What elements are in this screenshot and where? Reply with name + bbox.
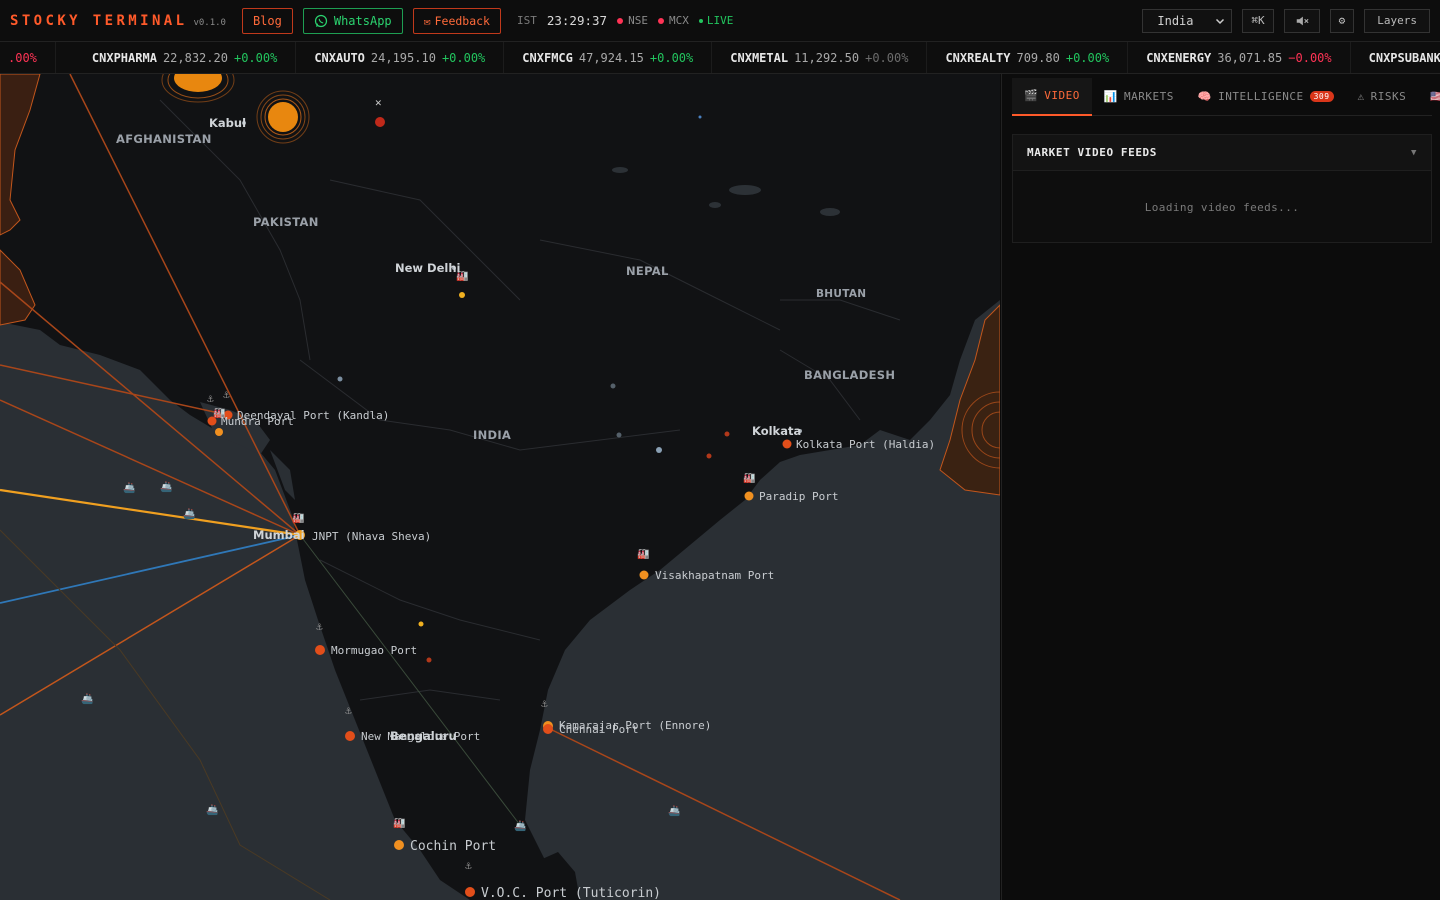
tab-intelligence[interactable]: 🧠 INTELLIGENCE 309 <box>1186 78 1346 116</box>
count-badge: 309 <box>1309 91 1334 102</box>
country-label-afghanistan: AFGHANISTAN <box>116 132 212 146</box>
video-feeds-card: MARKET VIDEO FEEDS ▼ Loading video feeds… <box>1012 134 1432 243</box>
gear-icon: ⚙ <box>1338 14 1346 27</box>
factory-icon: 🏭 <box>637 548 649 560</box>
speaker-muted-icon <box>1296 16 1309 25</box>
market-status-mcx: MCX <box>657 14 689 27</box>
video-feeds-body: Loading video feeds... <box>1013 171 1431 243</box>
settings-button[interactable]: ⚙ <box>1329 8 1355 33</box>
country-label-bangladesh: BANGLADESH <box>804 368 895 382</box>
live-dot-icon <box>698 18 703 23</box>
anchor-icon: ⚓ <box>206 392 214 405</box>
country-label-nepal: NEPAL <box>626 264 669 278</box>
country-label-pakistan: PAKISTAN <box>253 215 319 229</box>
port-label[interactable]: Paradip Port <box>759 490 838 503</box>
anchor-icon: ⚓ <box>315 620 323 633</box>
factory-icon: 🏭 <box>743 472 755 484</box>
tab-us-flag[interactable]: 🇺🇸 <box>1418 78 1440 116</box>
status-dot-icon <box>657 17 664 24</box>
port-label[interactable]: Mundra Port <box>221 415 294 428</box>
mail-icon: ✉ <box>423 13 431 28</box>
city-label-kolkata: Kolkata <box>752 424 801 438</box>
close-icon: ✕ <box>375 96 382 109</box>
version-label: v0.1.0 <box>193 17 226 28</box>
city-label-kabul: Kabul <box>209 116 246 130</box>
factory-icon: 🏭 <box>393 817 405 829</box>
loading-text: Loading video feeds... <box>1144 200 1300 214</box>
ship-icon: 🚢 <box>668 805 680 817</box>
ship-icon: 🚢 <box>206 804 218 816</box>
status-dot-icon <box>617 17 624 24</box>
ticker-item[interactable]: CNXPSUBANK <box>1351 42 1440 73</box>
map-canvas[interactable]: ✕ 🚢 🚢 🚢 🚢 🚢 🚢 🚢 ⚓ ⚓ ⚓ ⚓ ⚓ ⚓ 🏭 🏭 🏭 🏭 🏭 🏭 … <box>0 74 1000 900</box>
tab-risks[interactable]: ⚠ RISKS <box>1346 78 1419 116</box>
ticker-item[interactable]: CNXAUTO 24,195.10 +0.00% <box>296 42 505 73</box>
anchor-icon: ⚓ <box>540 697 548 710</box>
index-ticker: .00% CNXPHARMA 22,832.20 +0.00% CNXAUTO … <box>0 42 1440 74</box>
header-controls: India ⌘K ⚙ Layers <box>1142 8 1430 33</box>
factory-icon: 🏭 <box>292 512 304 524</box>
port-label[interactable]: Kolkata Port (Haldia) <box>796 438 935 451</box>
tab-markets[interactable]: 📊 MARKETS <box>1092 78 1186 116</box>
top-bar: STOCKY TERMINAL v0.1.0 Blog WhatsApp ✉ F… <box>0 0 1440 42</box>
layers-button[interactable]: Layers <box>1364 8 1430 33</box>
city-label-mumbai: Mumbai <box>253 528 305 542</box>
whatsapp-button[interactable]: WhatsApp <box>302 7 403 34</box>
blog-button[interactable]: Blog <box>241 7 293 34</box>
port-label[interactable]: V.O.C. Port (Tuticorin) <box>481 886 661 900</box>
port-label[interactable]: JNPT (Nhava Sheva) <box>312 530 431 543</box>
tab-video[interactable]: 🎬 VIDEO <box>1012 77 1092 116</box>
market-status-nse: NSE <box>617 14 648 27</box>
port-label[interactable]: Visakhapatnam Port <box>655 569 774 582</box>
mute-button[interactable] <box>1283 8 1320 33</box>
clapper-icon: 🎬 <box>1024 89 1039 102</box>
feedback-button[interactable]: ✉ Feedback <box>412 7 501 34</box>
port-label[interactable]: Chennai Port <box>559 723 638 736</box>
ship-icon: 🚢 <box>514 820 526 832</box>
panel-tabs: 🎬 VIDEO 📊 MARKETS 🧠 INTELLIGENCE 309 ⚠ R… <box>1012 77 1440 116</box>
ticker-item[interactable]: CNXFMCG 47,924.15 +0.00% <box>504 42 713 73</box>
region-select[interactable]: India <box>1142 8 1233 33</box>
ship-icon: 🚢 <box>183 508 195 520</box>
video-feeds-header[interactable]: MARKET VIDEO FEEDS ▼ <box>1013 135 1431 171</box>
country-label-bhutan: BHUTAN <box>816 288 866 300</box>
country-label-india: INDIA <box>473 428 511 442</box>
command-palette-button[interactable]: ⌘K <box>1242 8 1274 33</box>
feedback-label: Feedback <box>434 13 490 28</box>
brain-icon: 🧠 <box>1197 90 1213 103</box>
us-flag-icon: 🇺🇸 <box>1430 90 1440 103</box>
whatsapp-label: WhatsApp <box>333 13 392 28</box>
world-map[interactable]: ✕ 🚢 🚢 🚢 🚢 🚢 🚢 🚢 ⚓ ⚓ ⚓ ⚓ ⚓ ⚓ 🏭 🏭 🏭 🏭 🏭 🏭 … <box>0 74 1000 900</box>
ship-icon: 🚢 <box>160 481 172 493</box>
anchor-icon: ⚓ <box>464 859 472 872</box>
warning-icon: ⚠ <box>1357 90 1365 103</box>
ticker-item[interactable]: CNXENERGY 36,071.85 −0.00% <box>1128 42 1351 73</box>
chevron-down-icon <box>1216 18 1225 24</box>
ship-icon: 🚢 <box>81 693 93 705</box>
brand-logo[interactable]: STOCKY TERMINAL <box>10 13 187 29</box>
clock: 23:29:37 <box>546 13 608 28</box>
side-panel: 🎬 VIDEO 📊 MARKETS 🧠 INTELLIGENCE 309 ⚠ R… <box>1001 74 1440 900</box>
card-title: MARKET VIDEO FEEDS <box>1027 146 1158 159</box>
port-label[interactable]: Cochin Port <box>410 839 496 854</box>
ship-icon: 🚢 <box>123 482 135 494</box>
port-label[interactable]: Mormugao Port <box>331 644 417 657</box>
ticker-item[interactable]: CNXMETAL 11,292.50 +0.00% <box>712 42 928 73</box>
whatsapp-icon <box>314 14 327 27</box>
port-label[interactable]: New Mangalore Port <box>361 730 480 743</box>
live-indicator: LIVE <box>698 14 733 27</box>
anchor-icon: ⚓ <box>344 704 352 717</box>
city-label-new-delhi: New Delhi <box>395 261 460 275</box>
anchor-icon: ⚓ <box>222 388 230 401</box>
ticker-item[interactable]: .00% <box>0 42 56 73</box>
timezone-label: IST <box>516 14 537 27</box>
ticker-item[interactable]: CNXPHARMA 22,832.20 +0.00% <box>56 42 297 73</box>
bar-chart-icon: 📊 <box>1103 90 1119 103</box>
ticker-item[interactable]: CNXREALTY 709.80 +0.00% <box>927 42 1129 73</box>
chevron-down-icon[interactable]: ▼ <box>1411 148 1417 158</box>
